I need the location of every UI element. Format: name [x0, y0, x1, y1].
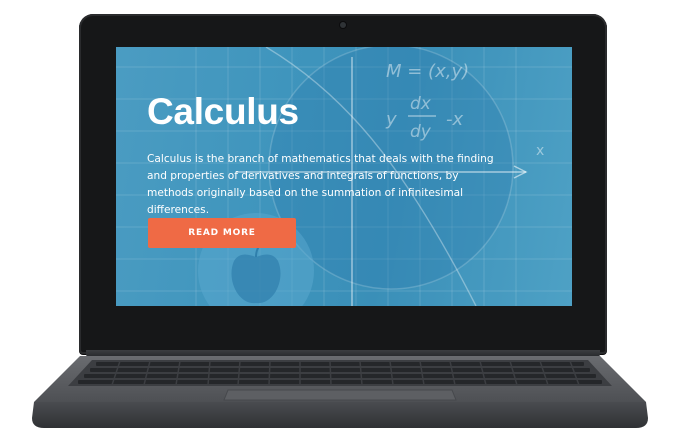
- laptop-base: [32, 356, 648, 428]
- touchpad: [223, 389, 457, 401]
- laptop-photo: M = (x,y) y dx dy -x x Calculus Calculus…: [0, 0, 680, 446]
- laptop-front-edge: [32, 402, 648, 428]
